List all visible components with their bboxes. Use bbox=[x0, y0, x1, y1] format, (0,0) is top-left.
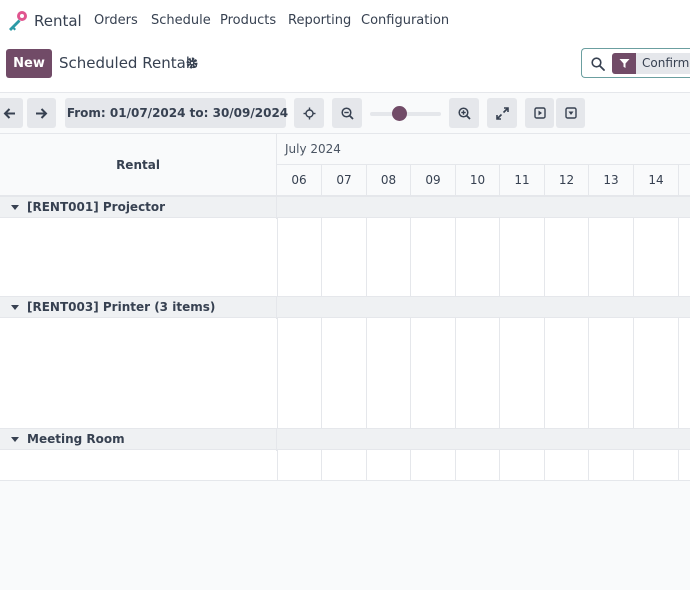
menu-schedule[interactable]: Schedule bbox=[151, 13, 211, 28]
group-title: [RENT001] Projector bbox=[27, 200, 166, 214]
control-panel: New Scheduled Rentals Confirmed bbox=[0, 42, 690, 92]
page-title: Scheduled Rentals bbox=[59, 54, 198, 72]
search-facet[interactable]: Confirmed bbox=[612, 53, 690, 74]
gantt-view: Rental July 2024 06 07 08 09 10 11 12 13… bbox=[0, 133, 690, 481]
facet-label: Confirmed bbox=[636, 53, 690, 74]
top-navbar: Rental Orders Schedule Products Reportin… bbox=[0, 0, 690, 42]
zoom-out-icon bbox=[340, 106, 354, 120]
expand-icon bbox=[495, 106, 509, 120]
rental-app-icon[interactable] bbox=[6, 10, 28, 32]
day-header: 13 bbox=[589, 165, 634, 196]
focus-today-button[interactable] bbox=[294, 98, 324, 128]
date-range-button[interactable]: From: 01/07/2024 to: 30/09/2024 bbox=[65, 98, 289, 128]
day-header: 14 bbox=[634, 165, 679, 196]
arrow-right-icon bbox=[36, 107, 48, 119]
caret-square-right-icon bbox=[533, 107, 546, 119]
expand-rows-button[interactable] bbox=[525, 98, 554, 128]
zoom-slider-handle[interactable] bbox=[392, 106, 407, 121]
search-icon[interactable] bbox=[591, 57, 605, 71]
search-bar[interactable]: Confirmed bbox=[581, 48, 690, 78]
app-name[interactable]: Rental bbox=[34, 12, 82, 30]
filter-icon bbox=[612, 53, 636, 74]
zoom-out-button[interactable] bbox=[332, 98, 362, 128]
group-title: Meeting Room bbox=[27, 432, 125, 446]
zoom-in-button[interactable] bbox=[449, 98, 479, 128]
group-title: [RENT003] Printer (3 items) bbox=[27, 300, 216, 314]
expand-button[interactable] bbox=[487, 98, 517, 128]
menu-configuration[interactable]: Configuration bbox=[361, 13, 449, 28]
day-header: 08 bbox=[367, 165, 411, 196]
day-header: 10 bbox=[456, 165, 500, 196]
new-button[interactable]: New bbox=[6, 49, 52, 78]
day-header: 07 bbox=[322, 165, 367, 196]
gear-icon[interactable] bbox=[186, 57, 198, 69]
day-header: 06 bbox=[277, 165, 322, 196]
group-row-printer[interactable]: [RENT003] Printer (3 items) bbox=[0, 296, 690, 319]
menu-products[interactable]: Products bbox=[220, 13, 276, 28]
previous-button[interactable] bbox=[0, 98, 23, 128]
date-range-label: From: 01/07/2024 to: 30/09/2024 bbox=[66, 106, 289, 120]
month-header: July 2024 bbox=[277, 134, 690, 165]
caret-down-icon bbox=[11, 305, 19, 310]
collapse-rows-button[interactable] bbox=[556, 98, 585, 128]
day-header: 09 bbox=[411, 165, 456, 196]
menu-orders[interactable]: Orders bbox=[94, 13, 138, 28]
caret-down-icon bbox=[11, 437, 19, 442]
crosshair-icon bbox=[303, 107, 315, 119]
group-row-meeting-room[interactable]: Meeting Room bbox=[0, 428, 690, 451]
menu-reporting[interactable]: Reporting bbox=[288, 13, 351, 28]
group-row-projector[interactable]: [RENT001] Projector bbox=[0, 196, 690, 219]
arrow-left-icon bbox=[3, 107, 15, 119]
row-title-header: Rental bbox=[0, 134, 277, 196]
gantt-toolbar: From: 01/07/2024 to: 30/09/2024 bbox=[0, 93, 690, 133]
day-header bbox=[679, 165, 690, 196]
caret-down-icon bbox=[11, 205, 19, 210]
day-header: 12 bbox=[545, 165, 589, 196]
next-button[interactable] bbox=[27, 98, 56, 128]
caret-square-down-icon bbox=[564, 107, 577, 119]
day-header: 11 bbox=[500, 165, 545, 196]
zoom-in-icon bbox=[457, 106, 471, 120]
